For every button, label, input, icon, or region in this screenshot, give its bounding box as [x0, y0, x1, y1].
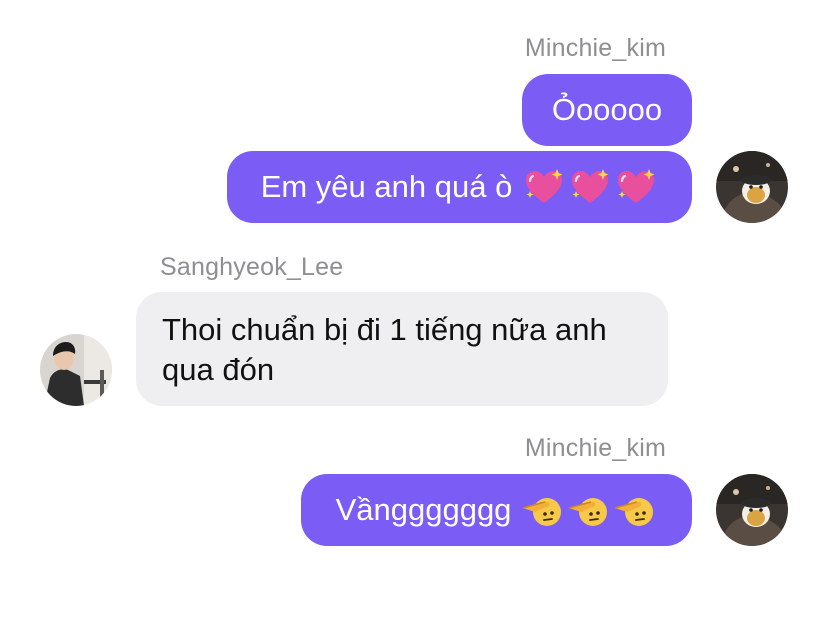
- saluting-face-icon: [613, 490, 657, 530]
- sender-name: Sanghyeok_Lee: [160, 253, 344, 281]
- incoming-message-bubble[interactable]: Thoi chuẩn bị đi 1 tiếng nữa anh qua đón: [136, 292, 668, 406]
- message-text-line: qua đón: [162, 352, 275, 387]
- chat-thread[interactable]: Minchie_kim Ỏooooo Em yêu anh quá ò Sang…: [0, 0, 828, 625]
- message-text: Vầnggggggg: [335, 492, 512, 527]
- sender-name: Minchie_kim: [524, 434, 666, 462]
- sender-name: Minchie_kim: [524, 34, 666, 62]
- emoji-group: [519, 490, 657, 530]
- message-text: Ỏooooo: [551, 92, 663, 127]
- avatar[interactable]: [716, 151, 788, 223]
- message-text-line: Thoi chuẩn bị đi 1 tiếng nữa anh: [162, 312, 607, 347]
- outgoing-message-bubble[interactable]: Vầnggggggg: [301, 474, 692, 546]
- message-text: Em yêu anh quá ò: [260, 169, 513, 204]
- outgoing-message-bubble[interactable]: Em yêu anh quá ò: [227, 151, 692, 223]
- sparkling-heart-icon: [614, 167, 658, 207]
- saluting-face-icon: [521, 490, 565, 530]
- emoji-group: [520, 167, 658, 207]
- avatar[interactable]: [716, 474, 788, 546]
- outgoing-message-bubble[interactable]: Ỏooooo: [522, 74, 692, 146]
- sparkling-heart-icon: [522, 167, 566, 207]
- sparkling-heart-icon: [568, 167, 612, 207]
- saluting-face-icon: [567, 490, 611, 530]
- avatar[interactable]: [40, 334, 112, 406]
